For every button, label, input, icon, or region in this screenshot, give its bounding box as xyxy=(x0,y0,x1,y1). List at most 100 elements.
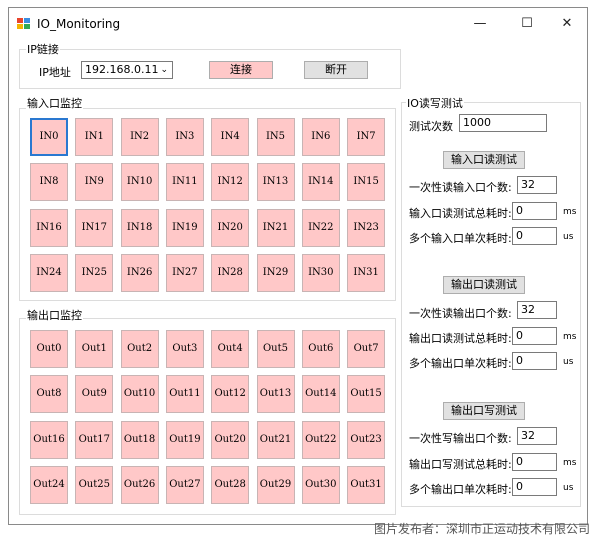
maximize-button[interactable]: ☐ xyxy=(512,14,542,34)
output-read-single-unit: us xyxy=(563,357,574,367)
input-button-11[interactable]: IN11 xyxy=(165,163,204,202)
input-button-30[interactable]: IN30 xyxy=(301,253,340,292)
input-button-5[interactable]: IN5 xyxy=(256,118,295,156)
input-read-total-label: 输入口读测试总耗时: xyxy=(409,207,512,220)
output-button-10[interactable]: Out10 xyxy=(120,375,159,414)
output-button-9[interactable]: Out9 xyxy=(75,375,114,414)
test-count-input[interactable]: 1000 xyxy=(459,114,547,132)
output-read-single-input[interactable]: 0 xyxy=(512,352,557,370)
output-button-20[interactable]: Out20 xyxy=(211,420,250,459)
ip-address-label: IP地址 xyxy=(39,66,71,79)
output-button-19[interactable]: Out19 xyxy=(165,420,204,459)
input-button-28[interactable]: IN28 xyxy=(211,253,250,292)
output-button-28[interactable]: Out28 xyxy=(211,465,250,504)
input-button-13[interactable]: IN13 xyxy=(256,163,295,202)
input-read-num-label: 一次性读输入口个数: xyxy=(409,181,512,194)
input-read-total-input[interactable]: 0 xyxy=(512,202,557,220)
input-button-21[interactable]: IN21 xyxy=(256,208,295,247)
input-button-2[interactable]: IN2 xyxy=(120,118,159,156)
ip-group-title: IP链接 xyxy=(26,41,60,57)
test-count-label: 测试次数 xyxy=(409,120,453,133)
output-button-31[interactable]: Out31 xyxy=(347,465,386,504)
output-button-29[interactable]: Out29 xyxy=(256,465,295,504)
output-button-24[interactable]: Out24 xyxy=(30,465,68,504)
output-button-27[interactable]: Out27 xyxy=(165,465,204,504)
input-button-0[interactable]: IN0 xyxy=(30,118,68,156)
input-button-23[interactable]: IN23 xyxy=(347,208,386,247)
ip-address-select[interactable]: 192.168.0.11 ⌄ xyxy=(81,61,173,79)
output-button-18[interactable]: Out18 xyxy=(120,420,159,459)
title-bar: IO_Monitoring — ☐ ✕ xyxy=(9,8,587,40)
input-button-3[interactable]: IN3 xyxy=(165,118,204,156)
connect-button[interactable]: 连接 xyxy=(209,61,273,79)
input-button-20[interactable]: IN20 xyxy=(211,208,250,247)
output-write-test-button[interactable]: 输出口写测试 xyxy=(443,402,525,420)
output-button-2[interactable]: Out2 xyxy=(120,330,159,368)
input-button-10[interactable]: IN10 xyxy=(120,163,159,202)
input-button-1[interactable]: IN1 xyxy=(75,118,114,156)
output-button-16[interactable]: Out16 xyxy=(30,420,68,459)
input-button-18[interactable]: IN18 xyxy=(120,208,159,247)
window-title: IO_Monitoring xyxy=(37,17,121,31)
input-button-16[interactable]: IN16 xyxy=(30,208,68,247)
input-button-9[interactable]: IN9 xyxy=(75,163,114,202)
input-read-test-button[interactable]: 输入口读测试 xyxy=(443,151,525,169)
output-button-26[interactable]: Out26 xyxy=(120,465,159,504)
input-button-19[interactable]: IN19 xyxy=(165,208,204,247)
minimize-button[interactable]: — xyxy=(465,14,495,34)
input-button-6[interactable]: IN6 xyxy=(301,118,340,156)
output-button-12[interactable]: Out12 xyxy=(211,375,250,414)
output-button-5[interactable]: Out5 xyxy=(256,330,295,368)
output-button-13[interactable]: Out13 xyxy=(256,375,295,414)
output-button-14[interactable]: Out14 xyxy=(301,375,340,414)
chevron-down-icon: ⌄ xyxy=(160,65,168,75)
output-read-num-input[interactable]: 32 xyxy=(517,301,557,319)
disconnect-button[interactable]: 断开 xyxy=(304,61,368,79)
input-button-8[interactable]: IN8 xyxy=(30,163,68,202)
output-write-total-input[interactable]: 0 xyxy=(512,453,557,471)
input-read-num-input[interactable]: 32 xyxy=(517,176,557,194)
input-button-31[interactable]: IN31 xyxy=(347,253,386,292)
output-read-test-button[interactable]: 输出口读测试 xyxy=(443,276,525,294)
output-button-17[interactable]: Out17 xyxy=(75,420,114,459)
input-button-24[interactable]: IN24 xyxy=(30,253,68,292)
output-button-4[interactable]: Out4 xyxy=(211,330,250,368)
input-button-14[interactable]: IN14 xyxy=(301,163,340,202)
input-button-22[interactable]: IN22 xyxy=(301,208,340,247)
output-read-total-label: 输出口读测试总耗时: xyxy=(409,332,512,345)
input-button-15[interactable]: IN15 xyxy=(347,163,386,202)
output-write-num-input[interactable]: 32 xyxy=(517,427,557,445)
output-button-1[interactable]: Out1 xyxy=(75,330,114,368)
output-button-7[interactable]: Out7 xyxy=(347,330,386,368)
input-button-26[interactable]: IN26 xyxy=(120,253,159,292)
output-button-6[interactable]: Out6 xyxy=(301,330,340,368)
output-button-30[interactable]: Out30 xyxy=(301,465,340,504)
output-write-num-label: 一次性写输出口个数: xyxy=(409,432,512,445)
output-button-0[interactable]: Out0 xyxy=(30,330,68,368)
output-button-23[interactable]: Out23 xyxy=(347,420,386,459)
app-icon xyxy=(17,18,31,30)
output-write-single-input[interactable]: 0 xyxy=(512,478,557,496)
output-button-8[interactable]: Out8 xyxy=(30,375,68,414)
input-button-29[interactable]: IN29 xyxy=(256,253,295,292)
output-button-21[interactable]: Out21 xyxy=(256,420,295,459)
input-button-12[interactable]: IN12 xyxy=(211,163,250,202)
input-button-25[interactable]: IN25 xyxy=(75,253,114,292)
output-write-single-label: 多个输出口单次耗时: xyxy=(409,483,512,496)
input-button-4[interactable]: IN4 xyxy=(211,118,250,156)
output-group-title: 输出口监控 xyxy=(26,307,83,323)
output-button-11[interactable]: Out11 xyxy=(165,375,204,414)
input-button-27[interactable]: IN27 xyxy=(165,253,204,292)
output-button-25[interactable]: Out25 xyxy=(75,465,114,504)
output-button-3[interactable]: Out3 xyxy=(165,330,204,368)
input-button-17[interactable]: IN17 xyxy=(75,208,114,247)
output-write-total-label: 输出口写测试总耗时: xyxy=(409,458,512,471)
input-read-single-input[interactable]: 0 xyxy=(512,227,557,245)
input-button-7[interactable]: IN7 xyxy=(347,118,386,156)
output-button-15[interactable]: Out15 xyxy=(347,375,386,414)
output-read-total-input[interactable]: 0 xyxy=(512,327,557,345)
close-button[interactable]: ✕ xyxy=(552,14,582,34)
output-button-22[interactable]: Out22 xyxy=(301,420,340,459)
input-read-total-unit: ms xyxy=(563,207,577,217)
watermark: 图片发布者：深圳市正运动技术有限公司 xyxy=(373,522,590,536)
